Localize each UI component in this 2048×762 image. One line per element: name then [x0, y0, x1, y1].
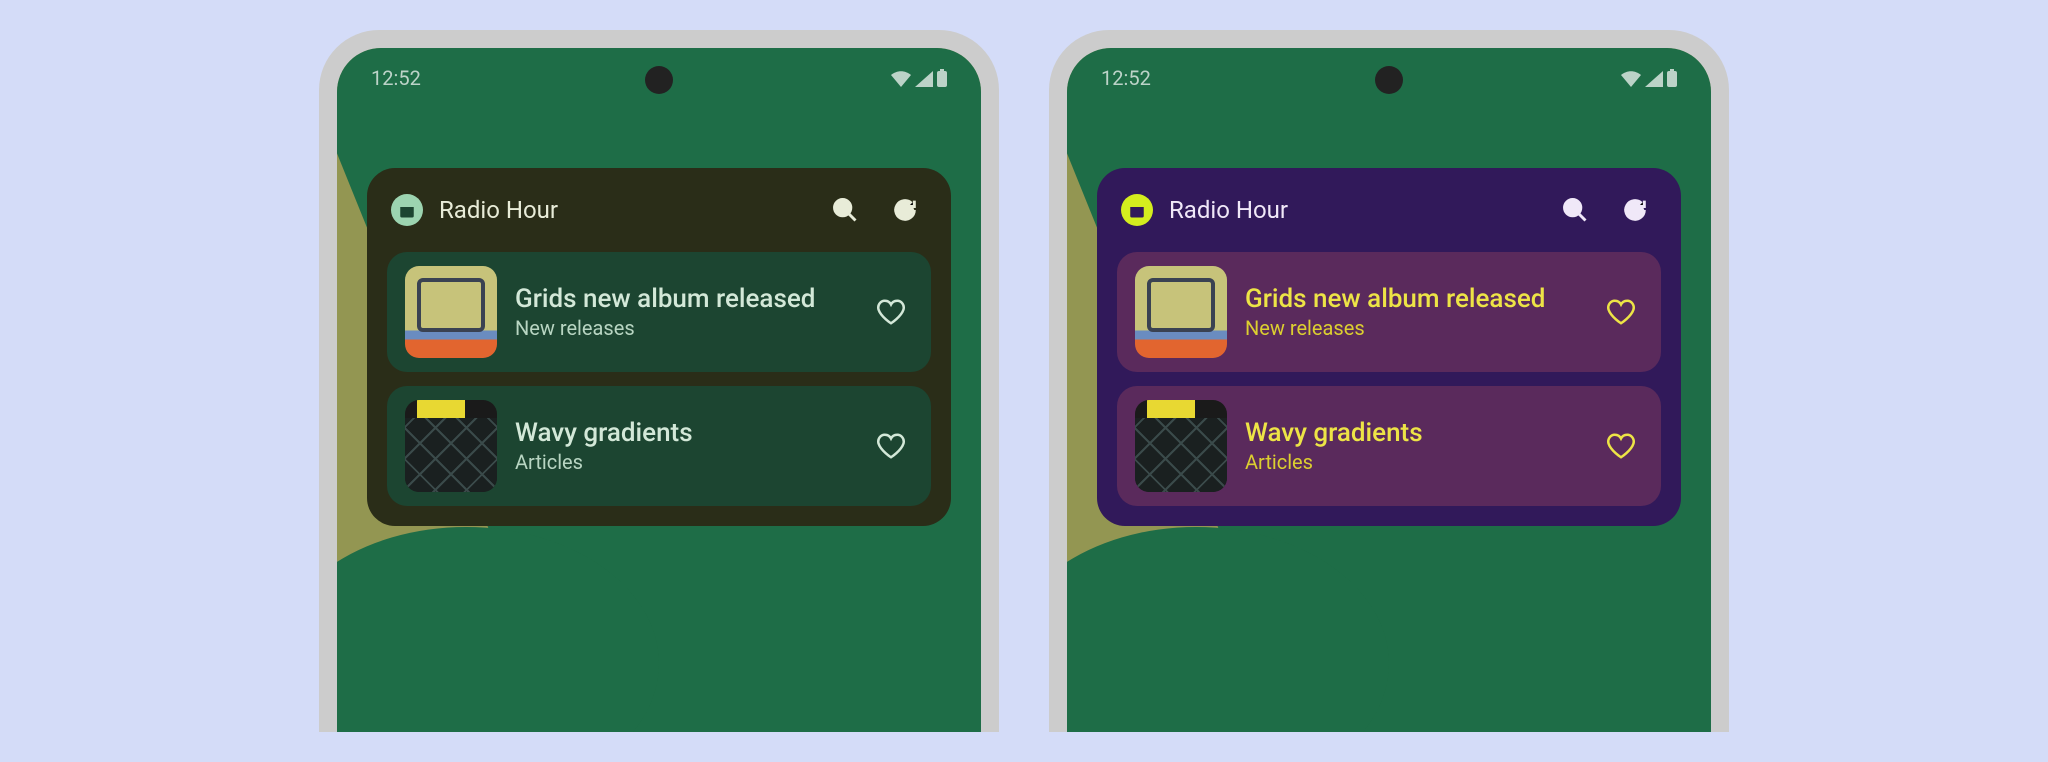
wifi-icon: [891, 71, 911, 87]
radio-hour-widget[interactable]: Radio Hour Grids new album released New …: [367, 168, 951, 526]
favorite-button[interactable]: [1599, 424, 1643, 468]
refresh-button[interactable]: [1613, 188, 1657, 232]
item-thumbnail: [1135, 266, 1227, 358]
wifi-icon: [1621, 71, 1641, 87]
radio-icon: [398, 201, 416, 219]
item-title: Wavy gradients: [1245, 418, 1581, 448]
clock: 12:52: [371, 66, 421, 90]
search-icon: [1561, 196, 1589, 224]
heart-icon: [1606, 431, 1636, 461]
item-texts: Wavy gradients Articles: [1245, 418, 1581, 474]
app-icon[interactable]: [1121, 194, 1153, 226]
phone-mockup-standard-theme: 12:52 Radio Hour: [319, 30, 999, 732]
list-item[interactable]: Grids new album released New releases: [1117, 252, 1661, 372]
item-title: Wavy gradients: [515, 418, 851, 448]
signal-icon: [1645, 71, 1663, 87]
widget-title: Radio Hour: [1169, 196, 1537, 224]
radio-icon: [1128, 201, 1146, 219]
item-texts: Grids new album released New releases: [515, 284, 851, 340]
widget-title: Radio Hour: [439, 196, 807, 224]
favorite-button[interactable]: [869, 290, 913, 334]
search-icon: [831, 196, 859, 224]
clock: 12:52: [1101, 66, 1151, 90]
radio-hour-widget[interactable]: Radio Hour Grids new album released New …: [1097, 168, 1681, 526]
status-bar: 12:52: [337, 48, 981, 108]
heart-icon: [1606, 297, 1636, 327]
battery-icon: [1667, 69, 1677, 87]
item-thumbnail: [1135, 400, 1227, 492]
heart-icon: [876, 297, 906, 327]
list-item[interactable]: Wavy gradients Articles: [1117, 386, 1661, 506]
item-texts: Grids new album released New releases: [1245, 284, 1581, 340]
screen: 12:52 Radio Hour: [1067, 48, 1711, 732]
battery-icon: [937, 69, 947, 87]
status-icons: [1621, 69, 1677, 87]
favorite-button[interactable]: [1599, 290, 1643, 334]
refresh-icon: [1621, 196, 1649, 224]
item-texts: Wavy gradients Articles: [515, 418, 851, 474]
list-item[interactable]: Wavy gradients Articles: [387, 386, 931, 506]
refresh-button[interactable]: [883, 188, 927, 232]
status-bar: 12:52: [1067, 48, 1711, 108]
favorite-button[interactable]: [869, 424, 913, 468]
heart-icon: [876, 431, 906, 461]
screen: 12:52 Radio Hour: [337, 48, 981, 732]
status-icons: [891, 69, 947, 87]
item-subtitle: Articles: [1245, 450, 1581, 474]
item-subtitle: New releases: [1245, 316, 1581, 340]
item-title: Grids new album released: [515, 284, 851, 314]
refresh-icon: [891, 196, 919, 224]
list-item[interactable]: Grids new album released New releases: [387, 252, 931, 372]
item-subtitle: Articles: [515, 450, 851, 474]
item-thumbnail: [405, 266, 497, 358]
widget-header: Radio Hour: [1117, 188, 1661, 232]
item-thumbnail: [405, 400, 497, 492]
search-button[interactable]: [1553, 188, 1597, 232]
app-icon[interactable]: [391, 194, 423, 226]
phone-mockup-dynamic-theme: 12:52 Radio Hour: [1049, 30, 1729, 732]
signal-icon: [915, 71, 933, 87]
item-title: Grids new album released: [1245, 284, 1581, 314]
widget-header: Radio Hour: [387, 188, 931, 232]
search-button[interactable]: [823, 188, 867, 232]
item-subtitle: New releases: [515, 316, 851, 340]
